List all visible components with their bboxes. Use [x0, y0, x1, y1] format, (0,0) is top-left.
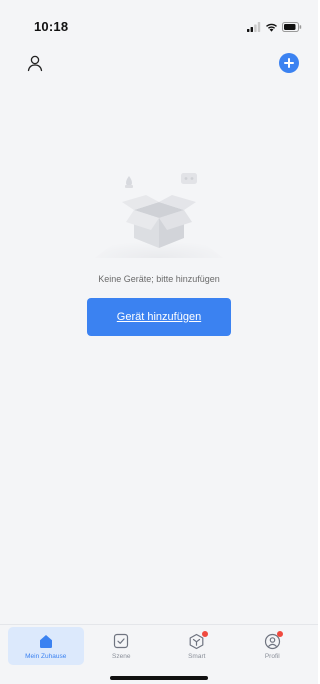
status-time: 10:18 — [34, 19, 69, 34]
person-icon — [26, 54, 44, 77]
empty-state: Keine Geräte; bitte hinzufügen Gerät hin… — [0, 162, 318, 336]
tab-label: Szene — [112, 653, 131, 660]
profile-icon — [263, 631, 284, 650]
notification-badge — [277, 631, 284, 637]
bottom-tab-bar: Mein Zuhause Szene Smart Profil — [0, 624, 318, 666]
add-button[interactable] — [276, 52, 302, 78]
tab-profil[interactable]: Profil — [235, 627, 311, 665]
tab-label: Profil — [264, 653, 280, 660]
status-bar: 10:18 — [0, 0, 318, 44]
status-icons — [247, 19, 302, 37]
smart-cube-icon — [188, 631, 208, 650]
tab-smart[interactable]: Smart — [159, 627, 235, 665]
scene-checkbox-icon — [112, 632, 130, 650]
tab-label: Smart — [188, 653, 206, 660]
cellular-signal-icon — [247, 19, 261, 37]
tab-mein-zuhause[interactable]: Mein Zuhause — [8, 627, 84, 665]
notification-badge — [201, 631, 208, 637]
tab-szene[interactable]: Szene — [84, 627, 160, 665]
add-device-button[interactable]: Gerät hinzufügen — [87, 298, 231, 336]
empty-message: Keine Geräte; bitte hinzufügen — [98, 274, 220, 284]
plus-circle-icon — [279, 52, 299, 78]
app-screen: 10:18 Keine Geräte; bitte hinzufügen Ger… — [0, 0, 318, 684]
header — [0, 44, 318, 88]
home-indicator — [110, 676, 208, 680]
profile-button[interactable] — [22, 52, 48, 78]
wifi-icon — [265, 19, 278, 37]
battery-icon — [282, 19, 302, 37]
tab-label: Mein Zuhause — [25, 653, 67, 660]
empty-box-illustration — [89, 162, 229, 262]
home-icon — [37, 632, 55, 650]
